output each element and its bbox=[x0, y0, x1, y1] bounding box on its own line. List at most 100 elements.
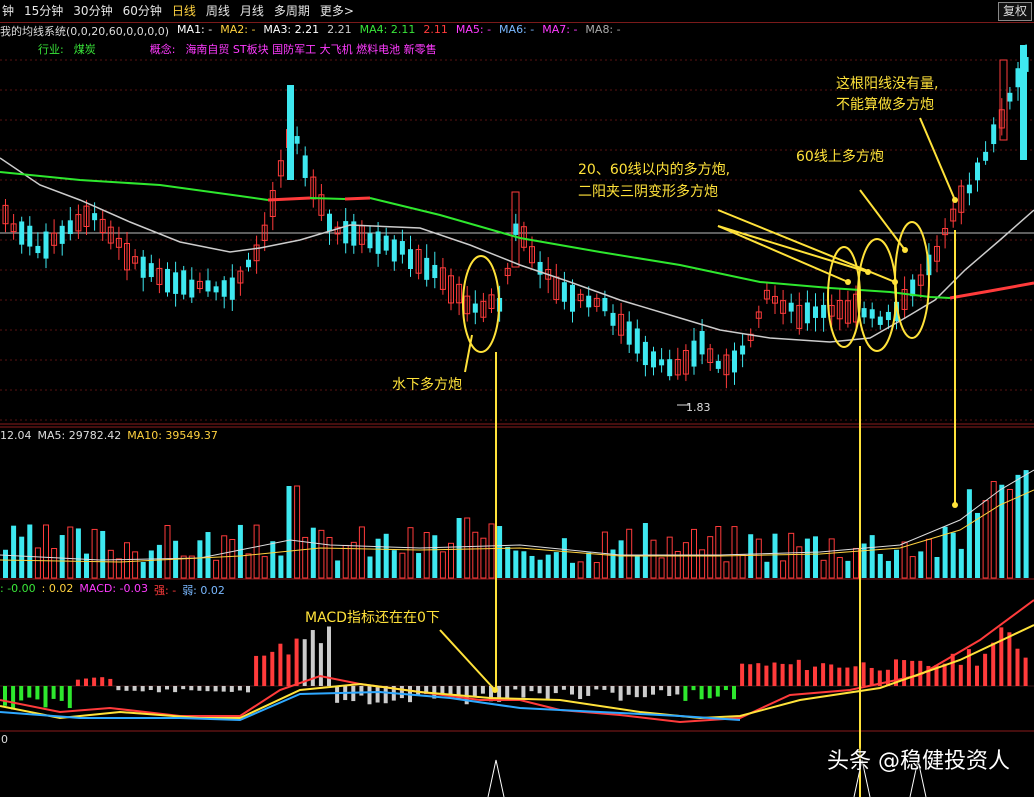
arrow-head bbox=[952, 197, 958, 203]
industry-value[interactable]: 煤炭 bbox=[74, 43, 96, 56]
candle-body bbox=[610, 312, 616, 326]
macd-bar bbox=[683, 686, 688, 701]
volume-bar bbox=[439, 551, 446, 579]
period-tab[interactable]: 更多> bbox=[318, 2, 356, 20]
volume-bar bbox=[682, 542, 689, 579]
macd-bar bbox=[626, 686, 631, 695]
volume-bar bbox=[11, 525, 17, 578]
volume-bar bbox=[853, 547, 859, 579]
macd-bar bbox=[586, 686, 591, 696]
volume-bar bbox=[124, 542, 130, 579]
volume-bar bbox=[310, 527, 316, 578]
macd-bar bbox=[983, 653, 988, 686]
candle-body bbox=[788, 302, 794, 312]
ma-system-label: 我的均线系统(0,0,20,60,0,0,0,0) bbox=[0, 25, 170, 38]
candle-body bbox=[391, 239, 397, 262]
fuquan-button[interactable]: 复权 bbox=[997, 2, 1032, 21]
volume-bar bbox=[1023, 470, 1029, 578]
period-tab[interactable]: 周线 bbox=[204, 2, 232, 20]
volume-bar bbox=[19, 536, 25, 578]
candle-body bbox=[813, 306, 818, 318]
macd-bar bbox=[270, 651, 275, 686]
macd-bar bbox=[529, 686, 534, 692]
volume-bar bbox=[877, 553, 883, 578]
volume-bar bbox=[634, 555, 640, 578]
macd-bar bbox=[634, 686, 639, 698]
macd-bar bbox=[999, 627, 1004, 686]
volume-bar bbox=[464, 517, 471, 579]
volume-bar bbox=[488, 523, 495, 579]
macd-bar bbox=[642, 686, 647, 698]
macd-bar bbox=[667, 686, 672, 697]
candle-body bbox=[424, 257, 430, 280]
ma-legend-item: MA5: - bbox=[455, 23, 492, 36]
volume-bar bbox=[383, 533, 389, 578]
candle-body bbox=[148, 263, 154, 278]
volume-bar bbox=[164, 525, 171, 579]
period-tab[interactable]: 钟 bbox=[0, 2, 16, 20]
period-tab[interactable]: 月线 bbox=[238, 2, 266, 20]
volume-bar bbox=[448, 542, 454, 579]
annotation-20-60-cannon-2: 二阳夹三阴变形多方炮 bbox=[578, 184, 718, 200]
ma-legend-item: 2.11 bbox=[423, 23, 448, 36]
period-tab[interactable]: 多周期 bbox=[272, 2, 312, 20]
volume-bar bbox=[472, 531, 479, 579]
ma60-line bbox=[0, 171, 269, 201]
volume-bar bbox=[982, 500, 989, 579]
candle-body bbox=[626, 321, 632, 345]
macd-bar bbox=[537, 686, 542, 694]
candle-body bbox=[165, 268, 170, 293]
volume-bar bbox=[1006, 488, 1013, 579]
period-tab[interactable]: 15分钟 bbox=[22, 2, 65, 20]
period-tab[interactable]: 日线 bbox=[170, 2, 198, 20]
candle-body bbox=[561, 282, 567, 302]
volume-bar bbox=[950, 532, 956, 578]
macd-bar bbox=[197, 686, 202, 691]
macd-bar bbox=[156, 686, 161, 693]
volume-bar bbox=[286, 486, 292, 578]
volume-bar bbox=[529, 555, 535, 578]
macd-bar bbox=[707, 686, 712, 699]
ma-legend-item: MA7: - bbox=[542, 23, 578, 36]
ma-legend-item: MA6: - bbox=[499, 23, 535, 36]
volume-bar bbox=[521, 551, 527, 578]
volume-bar bbox=[253, 524, 260, 579]
macd-bar bbox=[545, 686, 550, 699]
vol-ma5: MA5: 29782.42 bbox=[37, 429, 122, 442]
arrow-head bbox=[902, 247, 908, 253]
candle-body bbox=[821, 304, 827, 318]
macd-bar bbox=[715, 686, 720, 697]
candle-body bbox=[205, 280, 211, 292]
candle-body bbox=[472, 303, 478, 313]
macd-bar bbox=[213, 686, 218, 692]
volume-bar bbox=[237, 524, 243, 578]
macd-bar bbox=[991, 642, 996, 686]
macd-bar bbox=[732, 686, 736, 700]
volume-bar bbox=[132, 551, 139, 579]
macd-bar bbox=[772, 662, 777, 686]
macd-bar bbox=[246, 686, 250, 693]
period-tab[interactable]: 60分钟 bbox=[121, 2, 164, 20]
volume-bar bbox=[764, 561, 770, 578]
macd-bar bbox=[205, 686, 210, 692]
concept-value[interactable]: 海南自贸 ST板块 国防军工 大飞机 燃料电池 新零售 bbox=[185, 43, 436, 56]
volume-bar bbox=[350, 541, 357, 579]
annotation-20-60-cannon-1: 20、60线以内的多方炮, bbox=[578, 162, 731, 178]
industry-concept-row: 行业: 煤炭 概念: 海南自贸 ST板块 国防军工 大飞机 燃料电池 新零售 bbox=[38, 41, 437, 57]
volume-bar bbox=[958, 548, 964, 578]
macd-bar bbox=[570, 686, 574, 695]
macd-bar bbox=[59, 686, 64, 701]
macd-bar bbox=[92, 677, 97, 686]
volume-bar bbox=[593, 562, 600, 579]
annotation-macd-below-zero: MACD指标还在在0下 bbox=[305, 610, 440, 626]
candle-body bbox=[634, 328, 640, 354]
annotation-arrow bbox=[919, 117, 956, 201]
candle-body bbox=[804, 302, 810, 324]
candle-body bbox=[966, 184, 972, 194]
candle-body bbox=[991, 124, 997, 145]
period-tab[interactable]: 30分钟 bbox=[71, 2, 114, 20]
volume-bar bbox=[148, 550, 154, 578]
candle-body bbox=[642, 341, 648, 366]
volume-bar bbox=[909, 556, 916, 579]
macd-strong: 强: - bbox=[154, 584, 177, 597]
